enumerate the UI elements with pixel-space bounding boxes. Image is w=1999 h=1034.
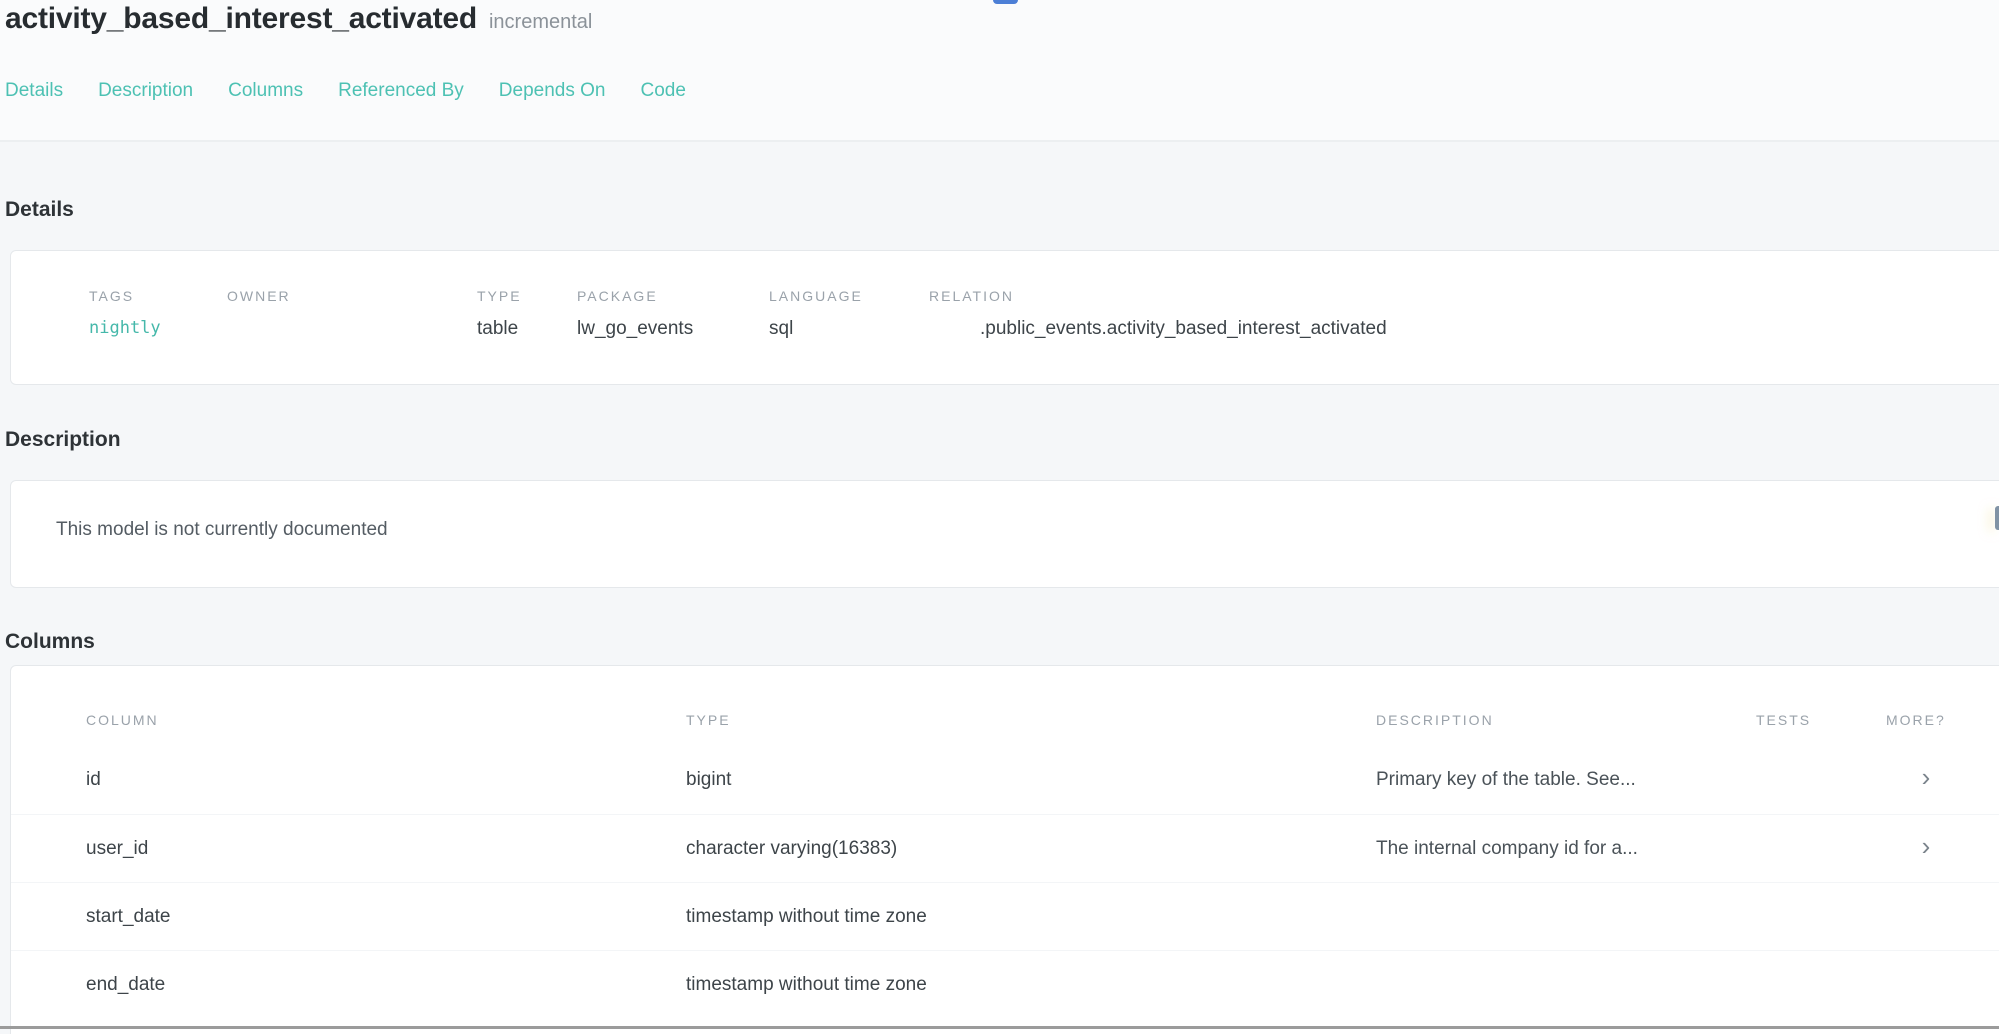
cutoff-right-edge-element: [1995, 506, 1999, 530]
type-label: TYPE: [477, 288, 577, 304]
column-type: character varying(16383): [686, 838, 1376, 860]
table-row-user-id[interactable]: user_id character varying(16383) The int…: [11, 814, 1999, 882]
owner-label: OWNER: [227, 288, 477, 304]
columns-table: COLUMN TYPE DESCRIPTION TESTS MORE? id b…: [11, 666, 1999, 1018]
bottom-scrollbar-line: [0, 1026, 1999, 1029]
column-header-type: TYPE: [686, 712, 1376, 728]
column-name: id: [86, 769, 686, 791]
tab-depends-on[interactable]: Depends On: [499, 80, 606, 102]
relation-value: .public_events.activity_based_interest_a…: [929, 318, 1999, 340]
table-row-end-date[interactable]: end_date timestamp without time zone: [11, 950, 1999, 1018]
table-row-id[interactable]: id bigint Primary key of the table. See.…: [11, 746, 1999, 814]
description-section-heading: Description: [5, 428, 121, 452]
column-name: end_date: [86, 974, 686, 996]
chevron-right-icon[interactable]: ›: [1922, 837, 1931, 855]
columns-card: COLUMN TYPE DESCRIPTION TESTS MORE? id b…: [10, 665, 1999, 1034]
column-header-tests: TESTS: [1756, 712, 1886, 728]
column-type: bigint: [686, 769, 1376, 791]
column-type: timestamp without time zone: [686, 906, 1376, 928]
field-package: PACKAGE lw_go_events: [577, 288, 769, 340]
field-type: TYPE table: [477, 288, 577, 340]
column-description: The internal company id for a...: [1376, 838, 1756, 860]
tab-code[interactable]: Code: [640, 80, 685, 102]
column-description: Primary key of the table. See...: [1376, 769, 1756, 791]
details-fields-row: TAGS nightly OWNER TYPE table PACKAGE lw…: [11, 251, 1999, 340]
field-owner: OWNER: [227, 288, 477, 340]
page-title: activity_based_interest_activated: [5, 2, 477, 36]
tags-label: TAGS: [89, 288, 227, 304]
relation-label: RELATION: [929, 288, 1999, 304]
tab-columns[interactable]: Columns: [228, 80, 303, 102]
tab-details[interactable]: Details: [5, 80, 63, 102]
language-value: sql: [769, 318, 929, 340]
table-row-start-date[interactable]: start_date timestamp without time zone: [11, 882, 1999, 950]
description-text: This model is not currently documented: [11, 481, 1999, 541]
column-name: user_id: [86, 838, 686, 860]
cutoff-top-blue-element: [993, 0, 1018, 4]
field-tags: TAGS nightly: [89, 288, 227, 340]
tab-description[interactable]: Description: [98, 80, 193, 102]
details-card: TAGS nightly OWNER TYPE table PACKAGE lw…: [10, 250, 1999, 385]
column-name: start_date: [86, 906, 686, 928]
page-header: activity_based_interest_activated increm…: [0, 0, 1999, 142]
section-nav-tabs: Details Description Columns Referenced B…: [5, 80, 686, 102]
tab-referenced-by[interactable]: Referenced By: [338, 80, 464, 102]
columns-table-header-row: COLUMN TYPE DESCRIPTION TESTS MORE?: [11, 712, 1999, 746]
column-header-column: COLUMN: [86, 712, 686, 728]
column-type: timestamp without time zone: [686, 974, 1376, 996]
chevron-right-icon[interactable]: ›: [1922, 768, 1931, 786]
materialization-badge: incremental: [489, 11, 592, 34]
field-relation: RELATION .public_events.activity_based_i…: [929, 288, 1999, 340]
tag-nightly-link[interactable]: nightly: [89, 318, 227, 338]
columns-section-heading: Columns: [5, 630, 95, 654]
language-label: LANGUAGE: [769, 288, 929, 304]
description-card: This model is not currently documented: [10, 480, 1999, 588]
details-section-heading: Details: [5, 198, 74, 222]
package-value: lw_go_events: [577, 318, 769, 340]
column-header-more: MORE?: [1886, 712, 1966, 728]
column-header-description: DESCRIPTION: [1376, 712, 1756, 728]
field-language: LANGUAGE sql: [769, 288, 929, 340]
package-label: PACKAGE: [577, 288, 769, 304]
model-title-row: activity_based_interest_activated increm…: [5, 2, 592, 36]
type-value: table: [477, 318, 577, 340]
